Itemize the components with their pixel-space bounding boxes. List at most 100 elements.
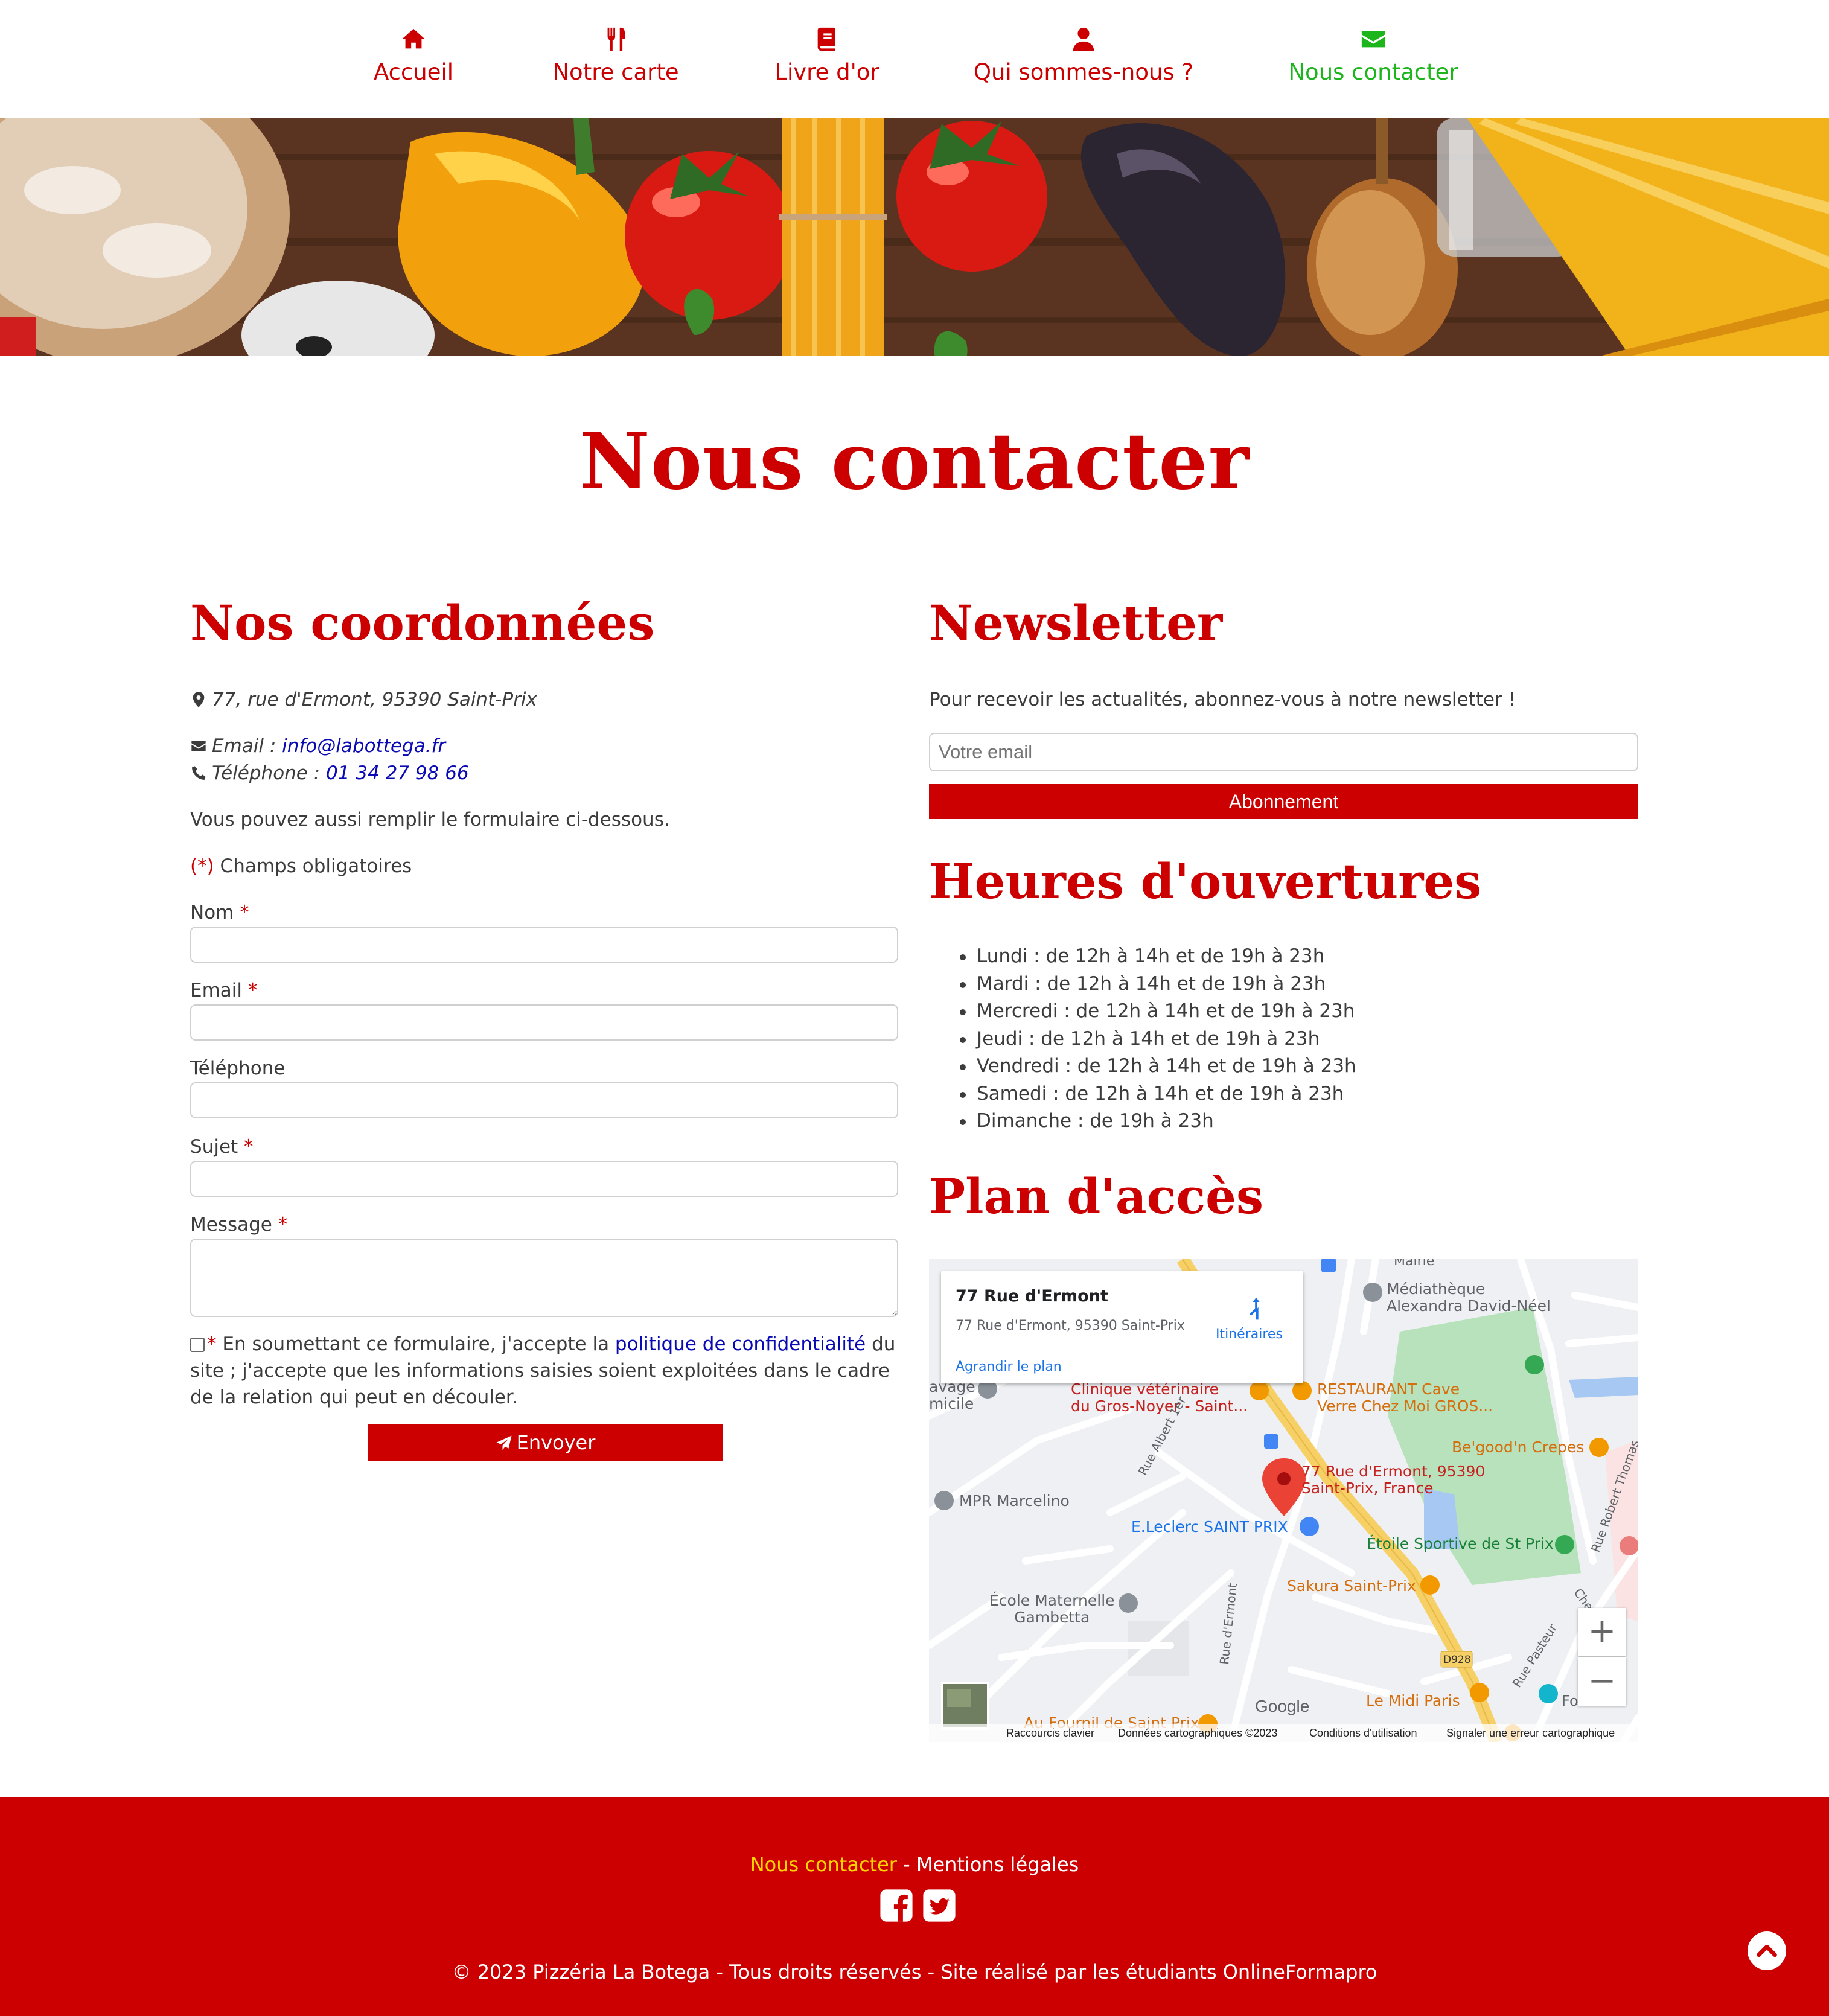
address-text: 77, rue d'Ermont, 95390 Saint-Prix [212, 689, 537, 710]
email-input[interactable] [190, 1004, 898, 1041]
email-link[interactable]: info@labottega.fr [282, 735, 445, 757]
user-icon [1073, 27, 1094, 51]
newsletter-intro: Pour recevoir les actualités, abonnez-vo… [929, 689, 1516, 710]
required-marker: (*) [190, 855, 214, 877]
required-star: * [278, 1214, 288, 1236]
back-to-top-button[interactable] [1748, 1931, 1786, 1970]
nav-item-qui-sommes-nous[interactable]: Qui sommes-nous ? [972, 25, 1195, 85]
book-icon [817, 27, 835, 51]
map-info-card: 77 Rue d'Ermont 77 Rue d'Ermont, 95390 S… [941, 1271, 1303, 1383]
consent-text: * En soumettant ce formulaire, j'accepte… [190, 1331, 902, 1411]
nav-item-notre-carte[interactable]: Notre carte [540, 25, 691, 85]
nom-input[interactable] [190, 927, 898, 963]
nav-item-accueil[interactable]: Accueil [338, 25, 489, 85]
form-intro: Vous pouvez aussi remplir le formulaire … [190, 809, 670, 831]
phone-icon [192, 766, 206, 780]
copyright-text: © 2023 Pizzéria La Botega - Tous droits … [452, 1960, 1377, 1983]
hours-item: Vendredi : de 12h à 14h et de 19h à 23h [960, 1053, 1356, 1080]
hours-item: Lundi : de 12h à 14h et de 19h à 23h [960, 943, 1356, 971]
sujet-label: Sujet * [190, 1136, 254, 1158]
message-label: Message * [190, 1214, 287, 1236]
required-text: Champs obligatoires [214, 855, 412, 877]
map-label-avage: avage micile [929, 1378, 975, 1412]
map-label-midi: Le Midi Paris [1366, 1692, 1460, 1709]
privacy-policy-link[interactable]: politique de confidentialité [615, 1333, 866, 1355]
envelope-icon [191, 741, 206, 751]
message-label-text: Message [190, 1214, 272, 1236]
google-logo: Google [1255, 1697, 1310, 1715]
keyboard-shortcuts-link[interactable]: Raccourcis clavier [1006, 1727, 1094, 1740]
map-label-leclerc: E.Leclerc SAINT PRIX [1131, 1518, 1288, 1536]
nav-label: Nous contacter [1288, 59, 1458, 85]
telephone-input[interactable] [190, 1082, 898, 1118]
google-map[interactable]: Médiathèque Alexandra David-Néel Mairie a… [929, 1259, 1638, 1742]
email-label: Email : [212, 735, 282, 757]
phone-link[interactable]: 01 34 27 98 66 [326, 762, 469, 784]
hours-list: Lundi : de 12h à 14h et de 19h à 23h Mar… [960, 943, 1356, 1135]
envelope-icon [1361, 31, 1385, 48]
zoom-out-button[interactable]: − [1578, 1657, 1626, 1706]
footer-contact-link[interactable]: Nous contacter [750, 1853, 897, 1876]
map-enlarge-link[interactable]: Agrandir le plan [956, 1359, 1062, 1374]
social-links [876, 1888, 959, 1925]
email-label: Email * [190, 980, 257, 1001]
terms-link[interactable]: Conditions d'utilisation [1309, 1727, 1417, 1740]
map-label-etoile: Étoile Sportive de St Prix [1367, 1535, 1554, 1552]
hours-item: Dimanche : de 19h à 23h [960, 1108, 1356, 1135]
directions-icon[interactable] [1243, 1295, 1269, 1322]
map-label-ecole: École Maternelle Gambetta [989, 1592, 1115, 1626]
consent-before: En soumettant ce formulaire, j'accepte l… [216, 1333, 615, 1355]
map-data-text: Données cartographiques ©2023 [1118, 1727, 1278, 1739]
directions-link[interactable]: Itinéraires [1216, 1327, 1283, 1342]
hours-item: Jeudi : de 12h à 14h et de 19h à 23h [960, 1026, 1356, 1053]
nav-label: Livre d'or [774, 59, 879, 85]
twitter-icon[interactable] [922, 1888, 957, 1923]
nav-label: Qui sommes-nous ? [973, 59, 1194, 85]
home-icon [401, 28, 426, 49]
footer-separator: - [896, 1853, 916, 1876]
chevron-up-icon [1757, 1944, 1777, 1957]
phone-label: Téléphone : [212, 762, 327, 784]
required-star: * [207, 1333, 217, 1355]
facebook-icon[interactable] [879, 1888, 914, 1923]
hours-item: Mardi : de 12h à 14h et de 19h à 23h [960, 971, 1356, 998]
map-heading: Plan d'accès [929, 1168, 1264, 1225]
map-card-address: 77 Rue d'Ermont, 95390 Saint-Prix [956, 1318, 1185, 1333]
site-footer: Nous contacter - Mentions légales © 2023… [0, 1797, 1829, 2016]
map-label-pin: 77 Rue d'Ermont, 95390 Saint-Prix, France [1301, 1463, 1486, 1497]
map-card-title: 77 Rue d'Ermont [956, 1287, 1108, 1306]
required-note: (*) Champs obligatoires [190, 855, 412, 877]
send-button[interactable]: Envoyer [368, 1424, 723, 1461]
phone-line: Téléphone : 01 34 27 98 66 [190, 762, 469, 784]
telephone-label-text: Téléphone [190, 1057, 286, 1079]
message-textarea[interactable] [190, 1239, 898, 1317]
map-label-mediatheque: Médiathèque Alexandra David-Néel [1387, 1280, 1551, 1315]
top-navigation: Accueil Notre carte Livre d'or Qui somme… [0, 0, 1829, 118]
coordonnees-heading: Nos coordonnées [190, 595, 655, 651]
newsletter-email-input[interactable] [929, 733, 1638, 771]
nav-item-livre-dor[interactable]: Livre d'or [752, 25, 902, 85]
required-star: * [240, 902, 249, 923]
nav-label: Accueil [373, 59, 454, 85]
sujet-input[interactable] [190, 1161, 898, 1197]
map-label-restaurant: RESTAURANT Cave Verre Chez Moi GROS... [1317, 1380, 1493, 1415]
zoom-in-button[interactable]: + [1578, 1608, 1626, 1656]
hero-banner-image [0, 118, 1829, 356]
nav-item-nous-contacter[interactable]: Nous contacter [1280, 25, 1467, 85]
required-star: * [247, 980, 258, 1001]
map-label-d928: D928 [1443, 1654, 1471, 1666]
required-star: * [244, 1136, 254, 1158]
report-error-link[interactable]: Signaler une erreur cartographique [1446, 1727, 1615, 1740]
sujet-label-text: Sujet [190, 1136, 238, 1158]
consent-checkbox[interactable] [190, 1338, 205, 1352]
map-label-mpr: MPR Marcelino [959, 1492, 1070, 1510]
subscribe-button[interactable]: Abonnement [929, 784, 1638, 819]
footer-legal-link[interactable]: Mentions légales [916, 1853, 1079, 1876]
page-title: Nous contacter [579, 416, 1250, 507]
map-label-begood: Be'good'n Crepes [1452, 1438, 1585, 1456]
map-label-fo: Fo [1562, 1692, 1578, 1709]
send-button-label: Envoyer [516, 1431, 596, 1454]
nom-label-text: Nom [190, 902, 234, 923]
newsletter-heading: Newsletter [929, 595, 1223, 651]
nav-label: Notre carte [552, 59, 679, 85]
